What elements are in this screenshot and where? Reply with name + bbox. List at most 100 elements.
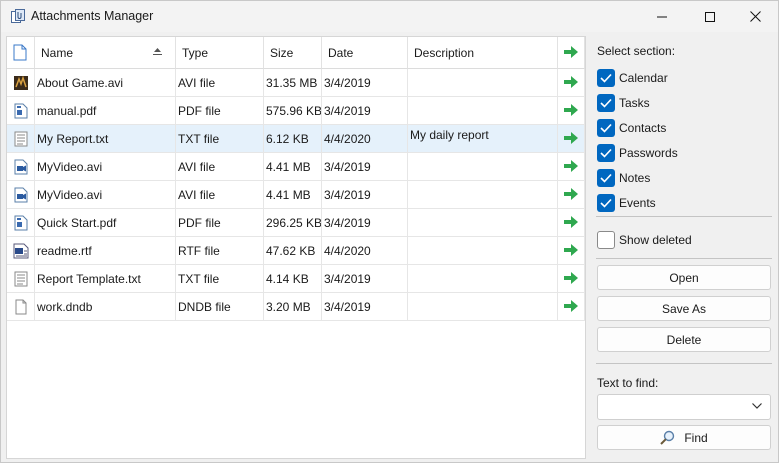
file-icon-cell[interactable] bbox=[7, 125, 35, 153]
section-checkbox-tasks[interactable] bbox=[597, 94, 615, 112]
date-cell[interactable]: 3/4/2019 bbox=[322, 293, 408, 321]
type-cell[interactable]: PDF file bbox=[176, 209, 264, 237]
type-cell[interactable]: AVI file bbox=[176, 153, 264, 181]
date-cell[interactable]: 3/4/2019 bbox=[322, 97, 408, 125]
file-icon-cell[interactable] bbox=[7, 153, 35, 181]
type-cell[interactable]: AVI file bbox=[176, 181, 264, 209]
table-row[interactable]: About Game.avi AVI file 31.35 MB 3/4/2019 bbox=[7, 69, 585, 97]
date-cell[interactable]: 3/4/2019 bbox=[322, 209, 408, 237]
description-cell[interactable] bbox=[408, 97, 558, 125]
open-attachment-cell[interactable] bbox=[558, 181, 585, 209]
show-deleted-checkbox[interactable] bbox=[597, 231, 615, 249]
description-cell[interactable] bbox=[408, 153, 558, 181]
open-attachment-cell[interactable] bbox=[558, 69, 585, 97]
description-cell[interactable] bbox=[408, 69, 558, 97]
description-cell[interactable]: My daily report bbox=[408, 125, 558, 153]
green-arrow-icon[interactable] bbox=[564, 76, 578, 88]
open-attachment-cell[interactable] bbox=[558, 265, 585, 293]
description-cell[interactable] bbox=[408, 237, 558, 265]
name-cell[interactable]: manual.pdf bbox=[35, 97, 176, 125]
size-cell[interactable]: 296.25 KB bbox=[264, 209, 322, 237]
header-size[interactable]: Size bbox=[264, 37, 322, 69]
type-cell[interactable]: RTF file bbox=[176, 237, 264, 265]
file-icon-cell[interactable] bbox=[7, 69, 35, 97]
description-cell[interactable] bbox=[408, 209, 558, 237]
attachments-grid[interactable]: Name Type Size Date Description About Ga… bbox=[6, 36, 586, 459]
size-cell[interactable]: 31.35 MB bbox=[264, 69, 322, 97]
open-attachment-cell[interactable] bbox=[558, 237, 585, 265]
minimize-button[interactable] bbox=[639, 1, 685, 32]
date-cell[interactable]: 3/4/2019 bbox=[322, 265, 408, 293]
name-cell[interactable]: My Report.txt bbox=[35, 125, 176, 153]
header-description[interactable]: Description bbox=[408, 37, 558, 69]
green-arrow-icon[interactable] bbox=[564, 104, 578, 116]
size-cell[interactable]: 3.20 MB bbox=[264, 293, 322, 321]
find-button[interactable]: Find bbox=[597, 425, 771, 450]
table-row[interactable]: My Report.txt TXT file 6.12 KB 4/4/2020 My d… bbox=[7, 125, 585, 153]
green-arrow-icon[interactable] bbox=[564, 300, 578, 312]
section-checkbox-contacts[interactable] bbox=[597, 119, 615, 137]
open-attachment-cell[interactable] bbox=[558, 97, 585, 125]
table-row[interactable]: MyVideo.avi AVI file 4.41 MB 3/4/2019 bbox=[7, 181, 585, 209]
type-cell[interactable]: TXT file bbox=[176, 265, 264, 293]
table-row[interactable]: readme.rtf RTF file 47.62 KB 4/4/2020 bbox=[7, 237, 585, 265]
open-attachment-cell[interactable] bbox=[558, 293, 585, 321]
name-cell[interactable]: Quick Start.pdf bbox=[35, 209, 176, 237]
delete-button[interactable]: Delete bbox=[597, 327, 771, 352]
description-cell[interactable] bbox=[408, 293, 558, 321]
green-arrow-icon[interactable] bbox=[564, 216, 578, 228]
file-icon-cell[interactable] bbox=[7, 181, 35, 209]
size-cell[interactable]: 6.12 KB bbox=[264, 125, 322, 153]
table-row[interactable]: manual.pdf PDF file 575.96 KB 3/4/2019 bbox=[7, 97, 585, 125]
type-cell[interactable]: DNDB file bbox=[176, 293, 264, 321]
size-cell[interactable]: 4.14 KB bbox=[264, 265, 322, 293]
size-cell[interactable]: 575.96 KB bbox=[264, 97, 322, 125]
open-attachment-cell[interactable] bbox=[558, 209, 585, 237]
save-as-button[interactable]: Save As bbox=[597, 296, 771, 321]
type-cell[interactable]: AVI file bbox=[176, 69, 264, 97]
name-cell[interactable]: MyVideo.avi bbox=[35, 153, 176, 181]
size-cell[interactable]: 4.41 MB bbox=[264, 153, 322, 181]
table-row[interactable]: Quick Start.pdf PDF file 296.25 KB 3/4/2019 bbox=[7, 209, 585, 237]
header-name[interactable]: Name bbox=[35, 37, 176, 69]
name-cell[interactable]: Report Template.txt bbox=[35, 265, 176, 293]
date-cell[interactable]: 4/4/2020 bbox=[322, 125, 408, 153]
description-cell[interactable] bbox=[408, 265, 558, 293]
date-cell[interactable]: 4/4/2020 bbox=[322, 237, 408, 265]
header-type[interactable]: Type bbox=[176, 37, 264, 69]
file-icon-cell[interactable] bbox=[7, 237, 35, 265]
header-file-icon-column[interactable] bbox=[7, 37, 35, 69]
header-open-column[interactable] bbox=[558, 37, 585, 69]
type-cell[interactable]: PDF file bbox=[176, 97, 264, 125]
open-attachment-cell[interactable] bbox=[558, 125, 585, 153]
name-cell[interactable]: work.dndb bbox=[35, 293, 176, 321]
file-icon-cell[interactable] bbox=[7, 293, 35, 321]
green-arrow-icon[interactable] bbox=[564, 244, 578, 256]
date-cell[interactable]: 3/4/2019 bbox=[322, 69, 408, 97]
table-row[interactable]: Report Template.txt TXT file 4.14 KB 3/4/20… bbox=[7, 265, 585, 293]
header-date[interactable]: Date bbox=[322, 37, 408, 69]
close-button[interactable] bbox=[732, 1, 778, 32]
text-to-find-combobox[interactable] bbox=[597, 394, 771, 420]
open-button[interactable]: Open bbox=[597, 265, 771, 290]
date-cell[interactable]: 3/4/2019 bbox=[322, 181, 408, 209]
table-row[interactable]: MyVideo.avi AVI file 4.41 MB 3/4/2019 bbox=[7, 153, 585, 181]
file-icon-cell[interactable] bbox=[7, 97, 35, 125]
name-cell[interactable]: MyVideo.avi bbox=[35, 181, 176, 209]
name-cell[interactable]: About Game.avi bbox=[35, 69, 176, 97]
size-cell[interactable]: 4.41 MB bbox=[264, 181, 322, 209]
green-arrow-icon[interactable] bbox=[564, 272, 578, 284]
type-cell[interactable]: TXT file bbox=[176, 125, 264, 153]
open-attachment-cell[interactable] bbox=[558, 153, 585, 181]
name-cell[interactable]: readme.rtf bbox=[35, 237, 176, 265]
section-checkbox-passwords[interactable] bbox=[597, 144, 615, 162]
section-checkbox-calendar[interactable] bbox=[597, 69, 615, 87]
file-icon-cell[interactable] bbox=[7, 265, 35, 293]
title-bar[interactable]: Attachments Manager bbox=[1, 1, 778, 32]
description-cell[interactable] bbox=[408, 181, 558, 209]
date-cell[interactable]: 3/4/2019 bbox=[322, 153, 408, 181]
green-arrow-icon[interactable] bbox=[564, 188, 578, 200]
green-arrow-icon[interactable] bbox=[564, 132, 578, 144]
file-icon-cell[interactable] bbox=[7, 209, 35, 237]
green-arrow-icon[interactable] bbox=[564, 160, 578, 172]
